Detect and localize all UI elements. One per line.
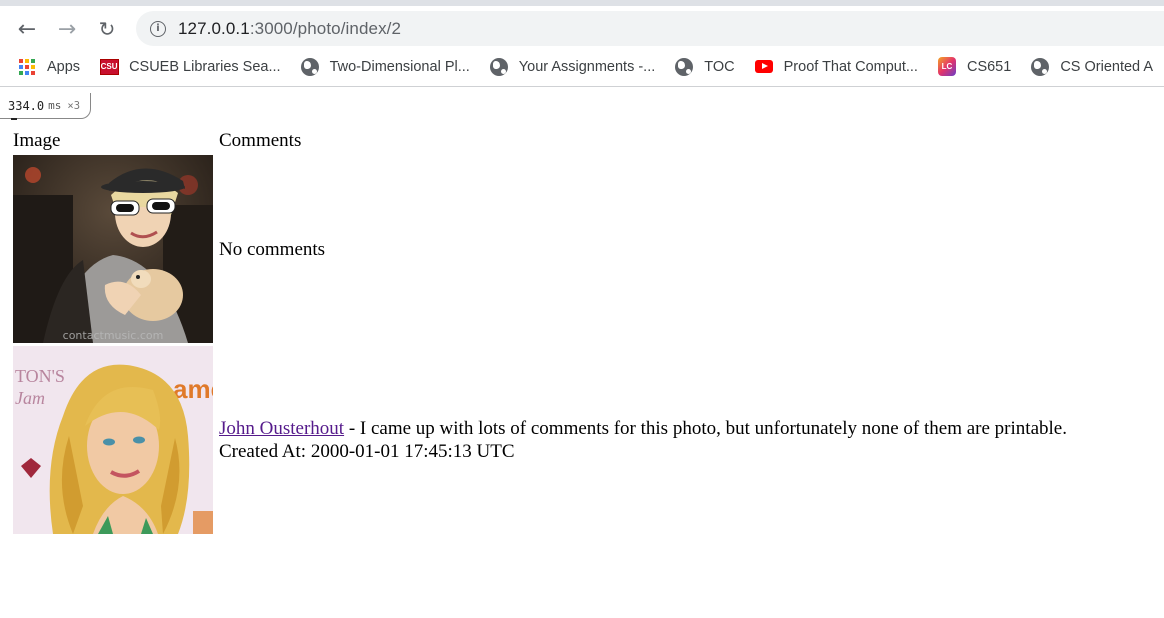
forward-arrow-icon[interactable]: →: [52, 14, 82, 44]
url-text[interactable]: 127.0.0.1:3000/photo/index/2: [178, 19, 401, 39]
profiler-unit: ms: [48, 99, 62, 112]
comments-cell: John Ousterhout - I came up with lots of…: [219, 346, 1067, 534]
bookmark-two-dimensional[interactable]: Two-Dimensional Pl...: [300, 57, 470, 76]
profiler-time: 334.0: [8, 98, 45, 113]
header-image: Image: [13, 130, 61, 151]
browser-toolbar: ← → ↻ i 127.0.0.1:3000/photo/index/2: [0, 0, 1164, 47]
photo-cell: contactmusic.com: [13, 155, 216, 343]
table-header-row: Image Comments: [13, 129, 1067, 152]
globe-icon: [1031, 57, 1050, 76]
photos-table: Image Comments contactmusic.com No comme…: [10, 126, 1070, 537]
created-at-value: 2000-01-01 17:45:13 UTC: [310, 441, 515, 462]
photo-cell: TON'S Jam ame: [13, 346, 216, 534]
bookmark-label: Proof That Comput...: [783, 58, 918, 75]
page-content: Image Comments contactmusic.com No comme…: [10, 126, 1070, 537]
no-comments-text: No comments: [219, 238, 326, 260]
back-arrow-icon[interactable]: ←: [12, 14, 42, 44]
bookmark-label: Your Assignments -...: [518, 58, 656, 75]
comment-text: I came up with lots of comments for this…: [359, 418, 1067, 439]
bookmark-cs651[interactable]: LC CS651: [937, 57, 1012, 76]
site-info-icon[interactable]: i: [150, 20, 166, 37]
bookmark-csueb-libraries[interactable]: CSU CSUEB Libraries Sea...: [99, 58, 281, 76]
comment-author-link[interactable]: John Ousterhout: [219, 418, 344, 439]
reload-icon[interactable]: ↻: [92, 14, 122, 44]
bookmark-label: Apps: [47, 58, 81, 75]
bookmark-toc[interactable]: TOC: [675, 57, 735, 76]
mini-profiler-badge[interactable]: 334.0 ms ×3: [0, 93, 92, 119]
table-row: TON'S Jam ame: [13, 346, 1067, 534]
photo2-sign-left: TON'S: [15, 366, 65, 386]
bookmark-apps[interactable]: Apps: [18, 58, 80, 76]
bookmark-label: CS651: [966, 58, 1012, 75]
globe-icon: [675, 57, 694, 76]
bookmark-cs-oriented[interactable]: CS Oriented A: [1031, 57, 1153, 76]
profiler-count: ×3: [67, 99, 81, 112]
created-at-label: Created At:: [219, 441, 311, 462]
youtube-icon: [754, 58, 773, 76]
bookmark-your-assignments[interactable]: Your Assignments -...: [489, 57, 656, 76]
globe-icon: [489, 57, 508, 76]
table-row: contactmusic.com No comments: [13, 155, 1067, 343]
bookmark-label: Two-Dimensional Pl...: [329, 58, 470, 75]
photo2-sign-left2: Jam: [15, 388, 45, 408]
bookmark-label: TOC: [704, 58, 735, 75]
header-comments: Comments: [219, 130, 302, 151]
bookmark-label: CSUEB Libraries Sea...: [129, 58, 281, 75]
photo-image-1: contactmusic.com: [13, 155, 213, 343]
address-bar[interactable]: i 127.0.0.1:3000/photo/index/2: [136, 11, 1164, 46]
photo2-sign-right: ame: [173, 374, 213, 404]
globe-icon: [300, 57, 319, 76]
bookmark-label: CS Oriented A: [1060, 58, 1153, 75]
url-host: 127.0.0.1: [178, 18, 250, 38]
url-path: :3000/photo/index/2: [249, 18, 402, 38]
csu-icon: CSU: [99, 58, 119, 76]
bookmark-proof-that-computer[interactable]: Proof That Comput...: [754, 58, 918, 76]
bookmarks-bar: Apps CSU CSUEB Libraries Sea... Two-Dime…: [0, 47, 1164, 87]
comment-separator: -: [344, 418, 360, 439]
photo1-watermark: contactmusic.com: [63, 329, 164, 342]
comments-cell: No comments: [219, 155, 1067, 343]
photo-image-2: TON'S Jam ame: [13, 346, 213, 534]
apps-grid-icon: [18, 58, 36, 76]
profiler-divider: [11, 118, 17, 120]
leetcode-icon: LC: [937, 57, 956, 76]
